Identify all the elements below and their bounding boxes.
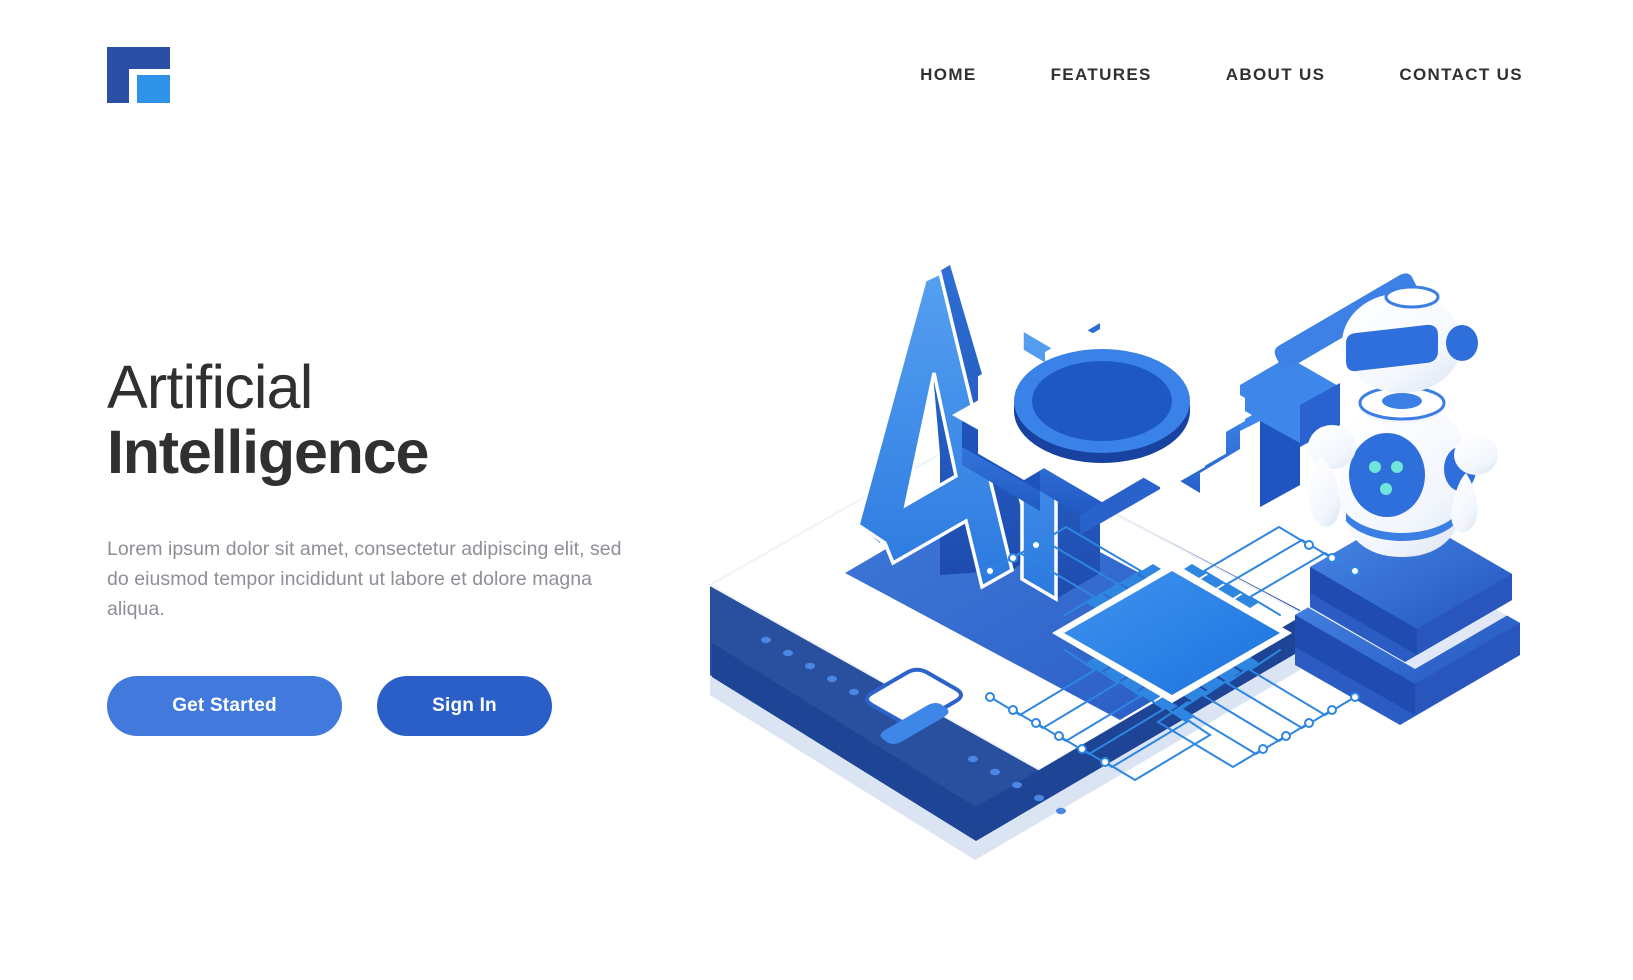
hero-description: Lorem ipsum dolor sit amet, consectetur …	[107, 537, 622, 620]
hero-button-group: Get Started Sign In	[107, 676, 727, 737]
logo-icon	[107, 47, 170, 103]
hero-illustration	[640, 225, 1600, 925]
headline-line-1: Artificial	[107, 353, 313, 421]
robot-eye	[1446, 325, 1478, 361]
sign-in-button[interactable]: Sign In	[377, 676, 552, 737]
site-header: HOME FEATURES ABOUT US CONTACT US	[0, 0, 1633, 150]
landing-page: HOME FEATURES ABOUT US CONTACT US Artifi…	[0, 0, 1633, 980]
nav-item-contact-us[interactable]: CONTACT US	[1399, 59, 1523, 91]
ai-isometric-illustration	[707, 265, 1520, 860]
robot-chest-panel	[1349, 433, 1425, 517]
company-logo[interactable]	[107, 47, 170, 103]
main-navigation: HOME FEATURES ABOUT US CONTACT US	[920, 59, 1523, 91]
nav-item-about-us[interactable]: ABOUT US	[1226, 59, 1326, 91]
hero-section: Artificial Intelligence Lorem ipsum dolo…	[107, 353, 727, 737]
get-started-button[interactable]: Get Started	[107, 676, 342, 737]
page-title: Artificial Intelligence	[107, 353, 727, 487]
headline-line-2: Intelligence	[107, 418, 429, 487]
nav-item-features[interactable]: FEATURES	[1051, 59, 1152, 91]
nav-item-home[interactable]: HOME	[920, 59, 976, 91]
